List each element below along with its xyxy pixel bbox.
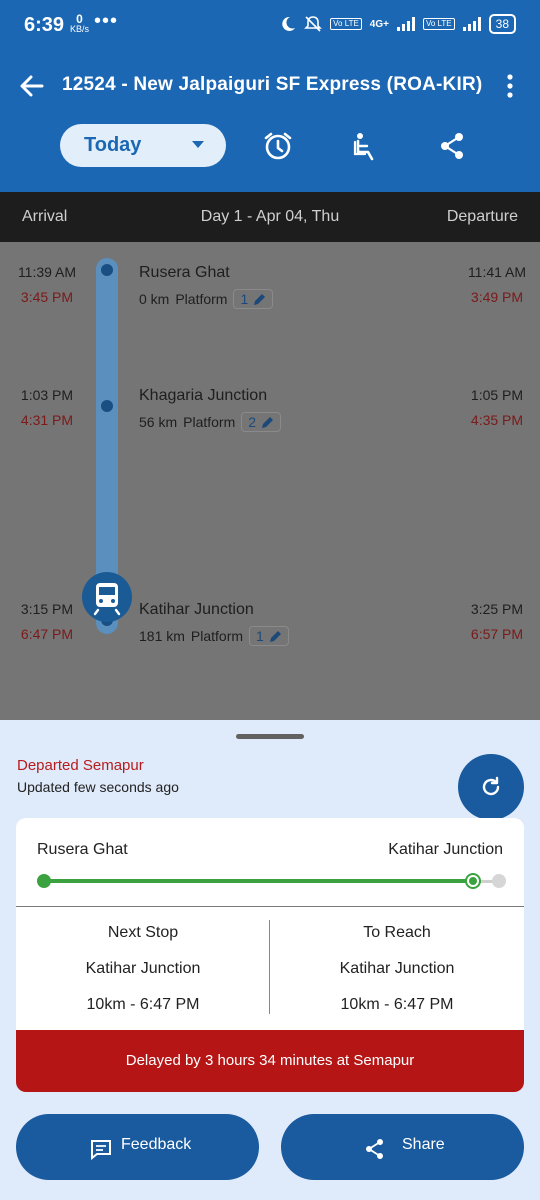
signal-icon <box>396 17 415 31</box>
dnd-moon-icon <box>282 16 296 31</box>
feedback-icon <box>91 1140 111 1160</box>
platform-number: 2 <box>248 414 257 430</box>
battery-indicator: 38 <box>488 14 516 34</box>
next-stop-column: Next Stop Katihar Junction 10km - 6:47 P… <box>16 906 270 1030</box>
volte-badge-2: Vo LTE <box>422 18 455 30</box>
journey-progress-bar <box>36 873 506 890</box>
more-notifications-icon: ••• <box>94 10 119 32</box>
to-station: Katihar Junction <box>388 841 503 858</box>
departure-actual: 3:49 PM <box>470 289 524 305</box>
station-row[interactable]: 1:03 PM 4:31 PM Khagaria Junction 56 km … <box>0 387 540 447</box>
share-button[interactable]: Share <box>281 1114 524 1180</box>
network-type: 4G+ <box>369 18 389 30</box>
status-time: 6:39 <box>24 14 65 36</box>
station-name: Khagaria Junction <box>139 387 268 404</box>
network-speed: 0 KB/s <box>70 12 90 34</box>
share-icon[interactable] <box>436 130 468 162</box>
arrival-scheduled: 1:03 PM <box>20 387 74 403</box>
share-icon <box>366 1139 383 1159</box>
arrival-actual: 4:31 PM <box>20 412 74 428</box>
alarm-icon[interactable] <box>262 130 294 162</box>
chevron-down-icon <box>192 141 204 148</box>
day-selector-label: Today <box>84 134 142 156</box>
departure-scheduled: 11:41 AM <box>467 264 527 280</box>
live-status-sheet: Departed Semapur Updated few seconds ago… <box>0 720 540 1200</box>
progress-fill <box>44 879 473 883</box>
station-meta: 0 km Platform 1 <box>139 289 274 309</box>
feedback-button[interactable]: Feedback <box>16 1114 259 1180</box>
feedback-label: Feedback <box>121 1136 192 1153</box>
station-distance: 0 km <box>139 291 170 307</box>
arrival-scheduled: 3:15 PM <box>20 601 74 617</box>
departure-scheduled: 1:05 PM <box>470 387 524 403</box>
platform-chip[interactable]: 1 <box>233 289 274 309</box>
status-icons: Vo LTE 4G+ Vo LTE 38 <box>280 14 516 34</box>
station-meta: 181 km Platform 1 <box>139 626 289 646</box>
day-selector-dropdown[interactable]: Today <box>60 124 226 167</box>
platform-number: 1 <box>256 628 264 644</box>
progress-start-dot <box>37 874 51 888</box>
station-name: Katihar Junction <box>139 601 254 618</box>
station-row[interactable]: 11:39 AM 3:45 PM Rusera Ghat 0 km Platfo… <box>0 264 540 324</box>
station-row[interactable]: 3:15 PM 6:47 PM Katihar Junction 181 km … <box>0 601 540 661</box>
edit-pencil-icon <box>254 293 266 305</box>
network-speed-value: 0 <box>76 12 83 26</box>
from-station: Rusera Ghat <box>37 841 128 858</box>
station-meta: 56 km Platform 2 <box>139 412 282 432</box>
next-stop-station: Katihar Junction <box>85 960 201 977</box>
departure-scheduled: 3:25 PM <box>470 601 524 617</box>
arrival-scheduled: 11:39 AM <box>17 264 77 280</box>
seat-icon[interactable] <box>350 130 382 162</box>
volte-badge-1: Vo LTE <box>330 18 362 30</box>
share-label: Share <box>402 1136 445 1153</box>
back-arrow-icon[interactable] <box>18 72 46 100</box>
journey-progress-card: Rusera Ghat Katihar Junction Next Stop K… <box>16 818 524 1092</box>
refresh-button[interactable] <box>458 754 524 820</box>
edit-pencil-icon <box>269 630 281 642</box>
to-reach-station: Katihar Junction <box>339 960 455 977</box>
more-vert-icon[interactable] <box>500 72 520 100</box>
departure-actual: 6:57 PM <box>470 626 524 642</box>
station-distance: 181 km <box>139 628 185 644</box>
platform-number: 1 <box>240 291 249 307</box>
train-title: 12524 - New Jalpaiguri SF Express (ROA-K… <box>62 74 483 95</box>
network-speed-unit: KB/s <box>70 24 90 34</box>
progress-end-dot <box>492 874 506 888</box>
delay-banner: Delayed by 3 hours 34 minutes at Semapur <box>16 1030 524 1092</box>
refresh-icon <box>482 776 500 796</box>
day-header: Arrival Day 1 - Apr 04, Thu Departure <box>0 192 540 242</box>
edit-pencil-icon <box>262 416 274 428</box>
progress-current-marker <box>465 873 481 889</box>
next-stop-eta: 10km - 6:47 PM <box>86 996 200 1013</box>
station-timeline: 11:39 AM 3:45 PM Rusera Ghat 0 km Platfo… <box>0 242 540 720</box>
platform-chip[interactable]: 1 <box>249 626 289 646</box>
departure-header: Departure <box>446 208 518 225</box>
status-bar: 6:39 0 KB/s ••• Vo LTE 4G+ Vo LTE 38 <box>0 0 540 52</box>
station-distance: 56 km <box>139 414 178 430</box>
station-name: Rusera Ghat <box>139 264 230 281</box>
app-bar: 12524 - New Jalpaiguri SF Express (ROA-K… <box>0 52 540 192</box>
platform-label: Platform <box>175 291 228 307</box>
to-reach-column: To Reach Katihar Junction 10km - 6:47 PM <box>270 906 524 1030</box>
departure-actual: 4:35 PM <box>470 412 524 428</box>
to-reach-eta: 10km - 6:47 PM <box>340 996 454 1013</box>
platform-label: Platform <box>183 414 236 430</box>
to-reach-label: To Reach <box>363 924 431 941</box>
sheet-drag-handle[interactable] <box>236 734 304 739</box>
departed-status: Departed Semapur <box>17 757 144 774</box>
arrival-actual: 3:45 PM <box>20 289 74 305</box>
updated-time: Updated few seconds ago <box>17 779 179 795</box>
arrival-actual: 6:47 PM <box>20 626 74 642</box>
next-stop-label: Next Stop <box>107 924 179 941</box>
silent-icon <box>304 16 323 32</box>
platform-chip[interactable]: 2 <box>241 412 282 432</box>
signal-icon-2 <box>462 17 481 31</box>
platform-label: Platform <box>190 628 244 644</box>
